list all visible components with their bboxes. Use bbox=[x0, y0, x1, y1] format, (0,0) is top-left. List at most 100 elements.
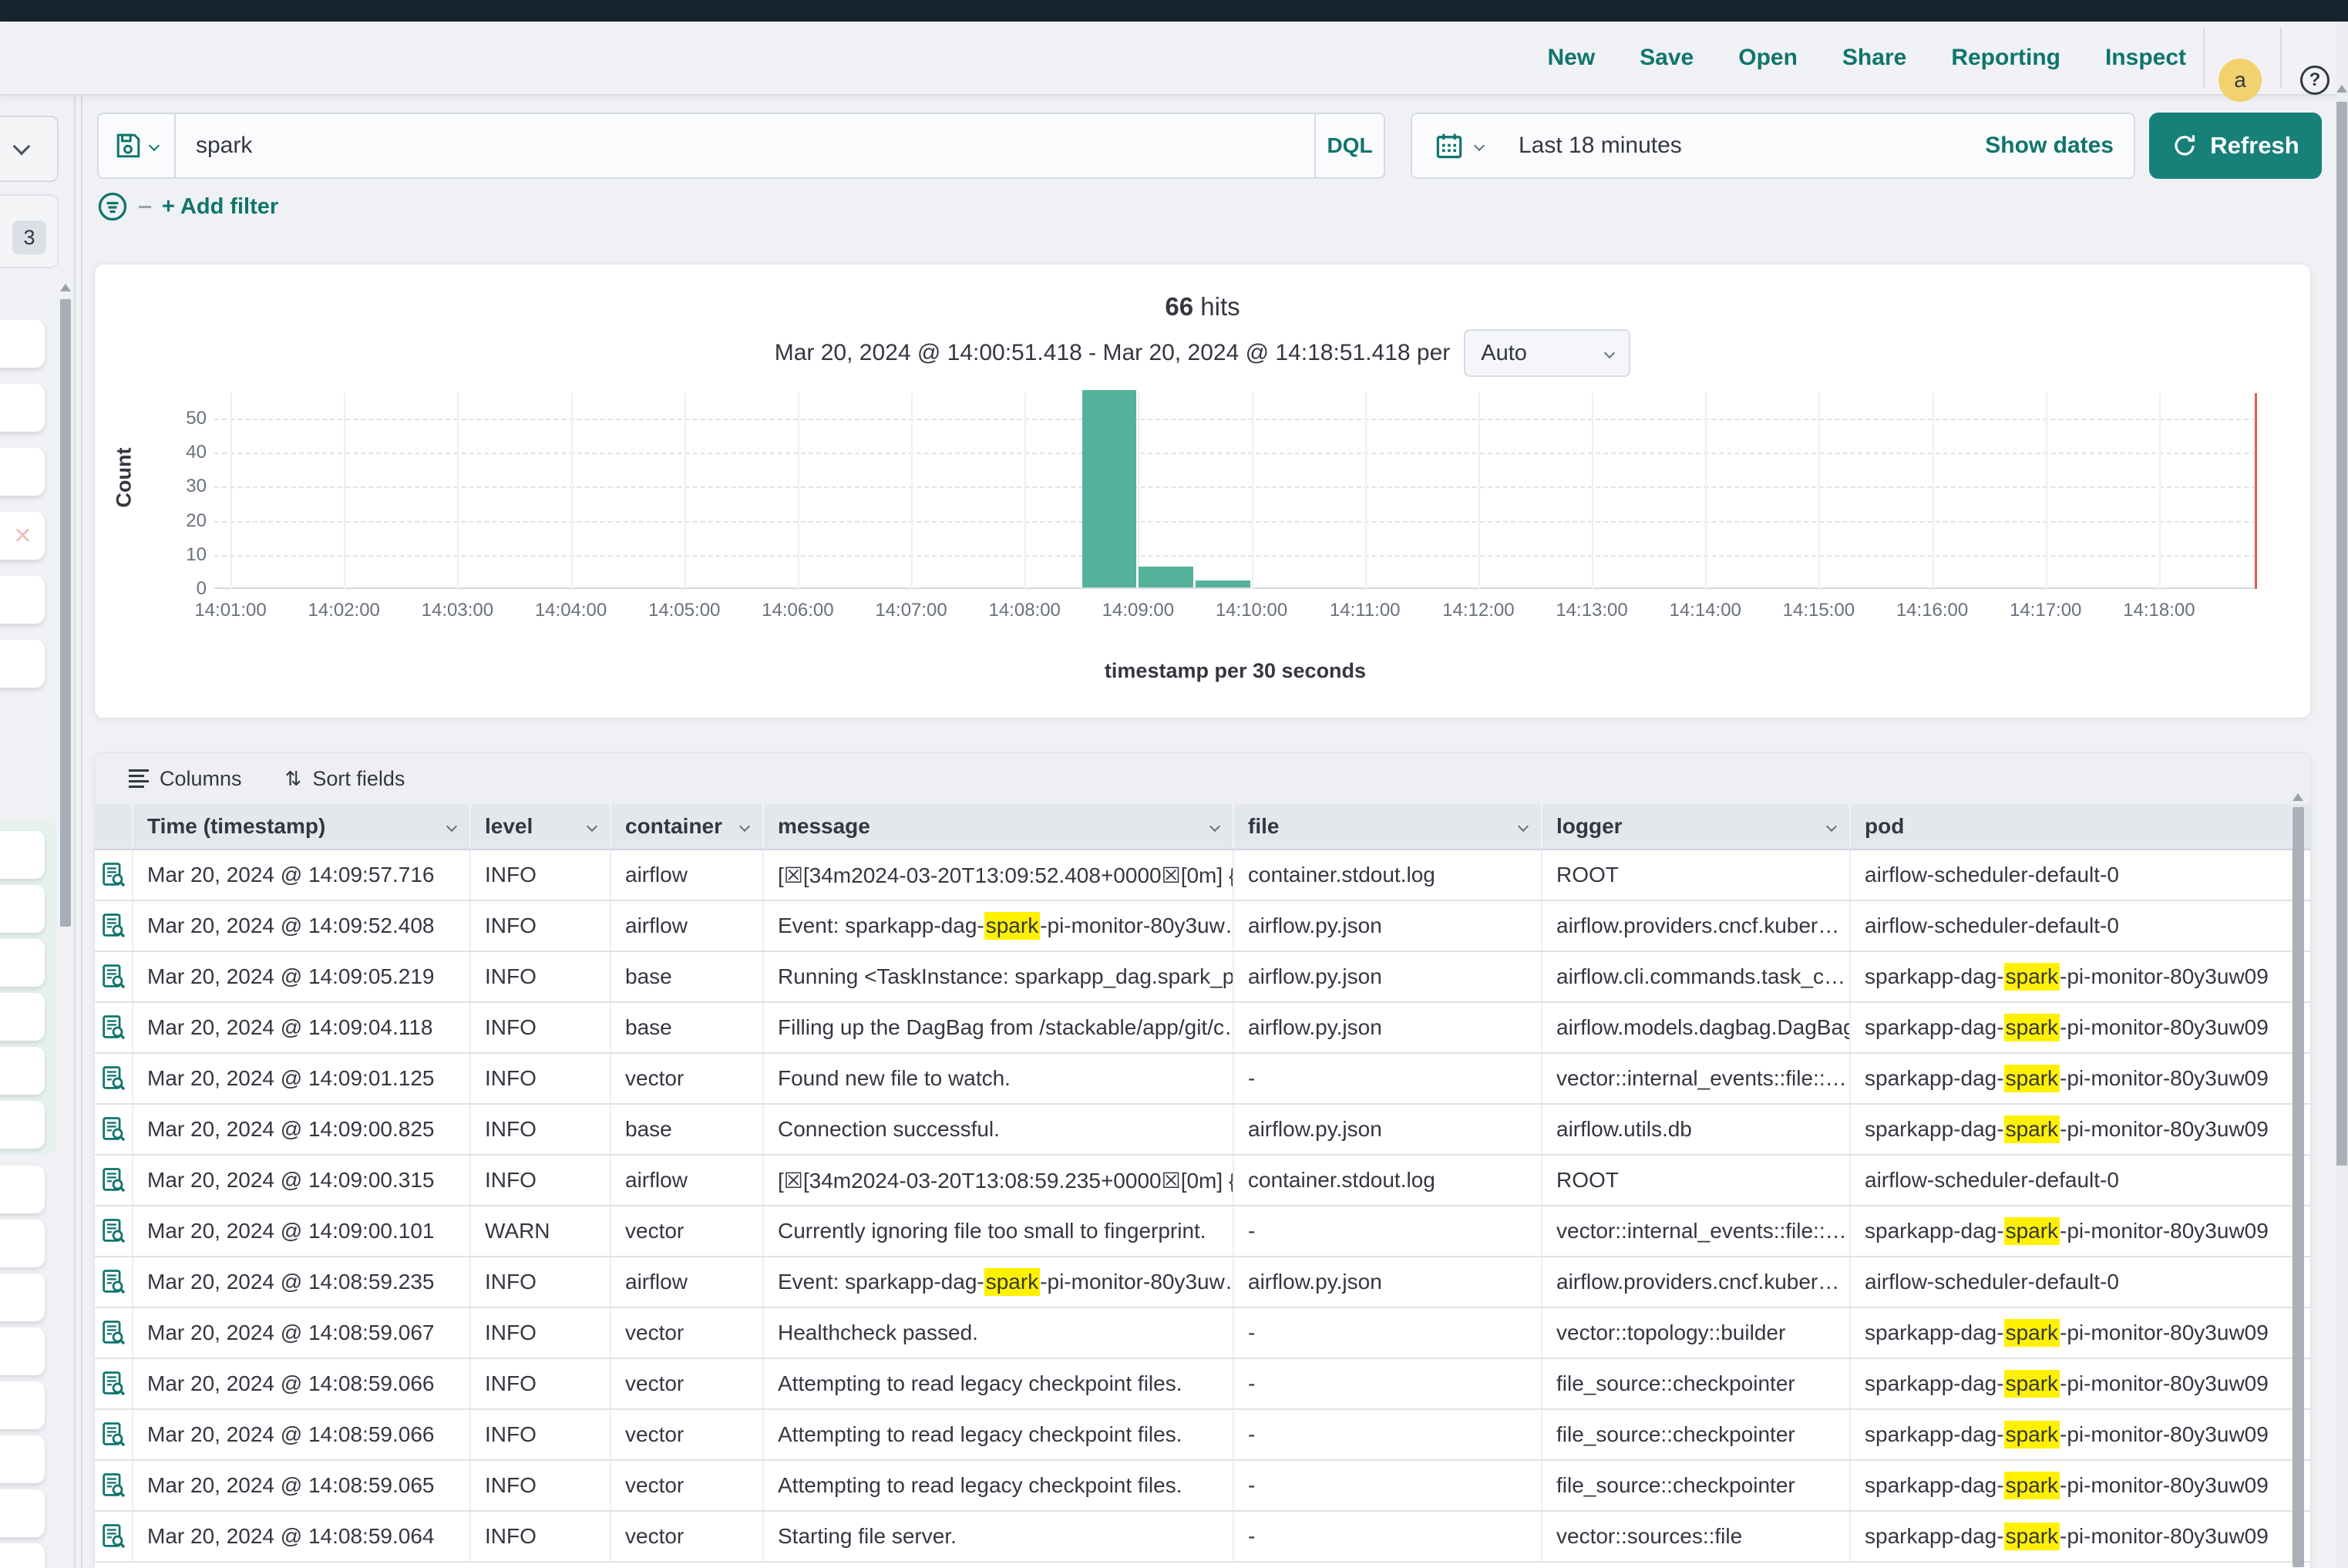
table-scrollbar[interactable] bbox=[2292, 807, 2304, 1567]
cell-time: Mar 20, 2024 @ 14:09:05.219 bbox=[133, 952, 471, 1001]
x-gridline bbox=[1705, 393, 1707, 589]
chart-bar[interactable] bbox=[1139, 567, 1193, 587]
date-picker[interactable]: Last 18 minutes Show dates bbox=[1411, 113, 2135, 179]
expand-document-button[interactable] bbox=[95, 1206, 133, 1256]
sidebar-resize-divider[interactable] bbox=[74, 96, 76, 1568]
expand-document-button[interactable] bbox=[95, 850, 133, 900]
y-axis-title: Count bbox=[113, 462, 136, 508]
nav-link-inspect[interactable]: Inspect bbox=[2105, 45, 2186, 71]
inspect-document-icon bbox=[100, 1167, 126, 1193]
column-header-time-timestamp-[interactable]: Time (timestamp) bbox=[133, 804, 471, 849]
field-card[interactable] bbox=[0, 640, 45, 688]
column-header-file[interactable]: file bbox=[1234, 804, 1542, 849]
cell-logger: airflow.providers.cncf.kuber… bbox=[1542, 1257, 1851, 1307]
sidebar-collapse-button[interactable] bbox=[0, 116, 59, 182]
remove-field-icon[interactable]: ✕ bbox=[13, 523, 32, 550]
documents-table-panel: Columns ⇅ Sort fields Time (timestamp)le… bbox=[94, 752, 2311, 1568]
field-card[interactable] bbox=[0, 1489, 45, 1537]
sort-fields-button[interactable]: ⇅ Sort fields bbox=[285, 767, 405, 791]
field-card[interactable] bbox=[0, 831, 45, 879]
window-scrollbar[interactable] bbox=[2336, 102, 2347, 1166]
header-divider bbox=[2203, 28, 2205, 88]
expand-document-button[interactable] bbox=[95, 901, 133, 951]
expand-document-button[interactable] bbox=[95, 1054, 133, 1103]
cell-message: Attempting to read legacy checkpoint fil… bbox=[764, 1359, 1234, 1408]
saved-query-button[interactable] bbox=[99, 114, 176, 177]
chart-bar[interactable] bbox=[1082, 390, 1137, 587]
field-card[interactable] bbox=[0, 1327, 45, 1375]
nav-link-reporting[interactable]: Reporting bbox=[1951, 45, 2060, 71]
chart-bar[interactable] bbox=[1196, 580, 1250, 587]
window-scroll-up-arrow[interactable] bbox=[2336, 85, 2347, 93]
y-gridline bbox=[214, 555, 2256, 557]
field-card[interactable] bbox=[0, 320, 45, 368]
nav-link-share[interactable]: Share bbox=[1842, 45, 1906, 71]
expand-document-button[interactable] bbox=[95, 1308, 133, 1358]
sidebar-resize-divider[interactable] bbox=[81, 96, 82, 1568]
histogram-plot[interactable] bbox=[214, 393, 2256, 589]
cell-file: - bbox=[1234, 1206, 1542, 1256]
table-row: Mar 20, 2024 @ 14:08:59.067INFOvectorHea… bbox=[95, 1308, 2310, 1359]
search-highlight: spark bbox=[2004, 1115, 2060, 1143]
columns-button[interactable]: Columns bbox=[129, 767, 242, 791]
cell-level: INFO bbox=[471, 1308, 611, 1358]
expand-document-button[interactable] bbox=[95, 1410, 133, 1459]
interval-select[interactable]: Auto bbox=[1464, 329, 1630, 377]
column-header-container[interactable]: container bbox=[611, 804, 764, 849]
expand-document-button[interactable] bbox=[95, 1156, 133, 1205]
chevron-down-icon bbox=[587, 821, 597, 832]
column-header-level[interactable]: level bbox=[471, 804, 611, 849]
expand-document-button[interactable] bbox=[95, 1512, 133, 1561]
field-card[interactable] bbox=[0, 1274, 45, 1321]
table-row: Mar 20, 2024 @ 14:09:52.408INFOairflowEv… bbox=[95, 901, 2310, 952]
field-card[interactable] bbox=[0, 1101, 45, 1149]
table-scroll-up-arrow[interactable] bbox=[2292, 793, 2303, 801]
expand-document-button[interactable] bbox=[95, 1003, 133, 1052]
sidebar-scrollbar[interactable] bbox=[60, 299, 71, 927]
field-card[interactable] bbox=[0, 1435, 45, 1483]
y-gridline bbox=[214, 521, 2256, 523]
cell-file: airflow.py.json bbox=[1234, 952, 1542, 1001]
field-card[interactable] bbox=[0, 885, 45, 933]
field-card[interactable] bbox=[0, 1220, 45, 1267]
column-header-message[interactable]: message bbox=[764, 804, 1234, 849]
field-card[interactable] bbox=[0, 384, 45, 432]
app-header: NewSaveOpenShareReportingInspect a ? bbox=[0, 22, 2348, 96]
chevron-down-icon bbox=[1604, 348, 1615, 358]
expand-document-button[interactable] bbox=[95, 1257, 133, 1307]
opensearch-discover-app: NewSaveOpenShareReportingInspect a ? 3 ✕… bbox=[0, 0, 2348, 1568]
expand-document-button[interactable] bbox=[95, 1105, 133, 1154]
nav-link-new[interactable]: New bbox=[1547, 45, 1595, 71]
field-card[interactable]: ✕ bbox=[0, 512, 45, 560]
sidebar-scroll-up-arrow[interactable] bbox=[60, 284, 71, 291]
field-card[interactable] bbox=[0, 1047, 45, 1095]
field-card[interactable] bbox=[0, 1543, 45, 1568]
x-tick-label: 14:17:00 bbox=[1984, 600, 2107, 621]
query-input[interactable]: spark bbox=[176, 133, 1314, 159]
show-dates-button[interactable]: Show dates bbox=[1985, 133, 2114, 159]
expand-document-button[interactable] bbox=[95, 952, 133, 1001]
field-card[interactable] bbox=[0, 939, 45, 987]
column-header-logger[interactable]: logger bbox=[1542, 804, 1851, 849]
expand-document-button[interactable] bbox=[95, 1359, 133, 1408]
field-card[interactable] bbox=[0, 993, 45, 1041]
column-header-label: container bbox=[625, 814, 722, 839]
field-card[interactable] bbox=[0, 1381, 45, 1429]
nav-link-save[interactable]: Save bbox=[1640, 45, 1694, 71]
field-card[interactable] bbox=[0, 576, 45, 624]
x-tick-label: 14:04:00 bbox=[510, 600, 633, 621]
filter-dash bbox=[139, 206, 151, 208]
field-card[interactable] bbox=[0, 448, 45, 496]
cell-container: base bbox=[611, 952, 764, 1001]
field-card[interactable] bbox=[0, 1166, 45, 1213]
cell-message: Found new file to watch. bbox=[764, 1054, 1234, 1103]
column-header-pod[interactable]: pod bbox=[1851, 804, 2293, 849]
avatar[interactable]: a bbox=[2218, 59, 2262, 102]
expand-document-button[interactable] bbox=[95, 1461, 133, 1510]
refresh-button[interactable]: Refresh bbox=[2149, 113, 2322, 179]
nav-link-open[interactable]: Open bbox=[1738, 45, 1798, 71]
cell-pod: airflow-scheduler-default-0 bbox=[1851, 850, 2293, 900]
dql-language-button[interactable]: DQL bbox=[1314, 114, 1384, 177]
help-icon[interactable]: ? bbox=[2300, 66, 2329, 95]
add-filter-button[interactable]: + Add filter bbox=[162, 194, 278, 220]
